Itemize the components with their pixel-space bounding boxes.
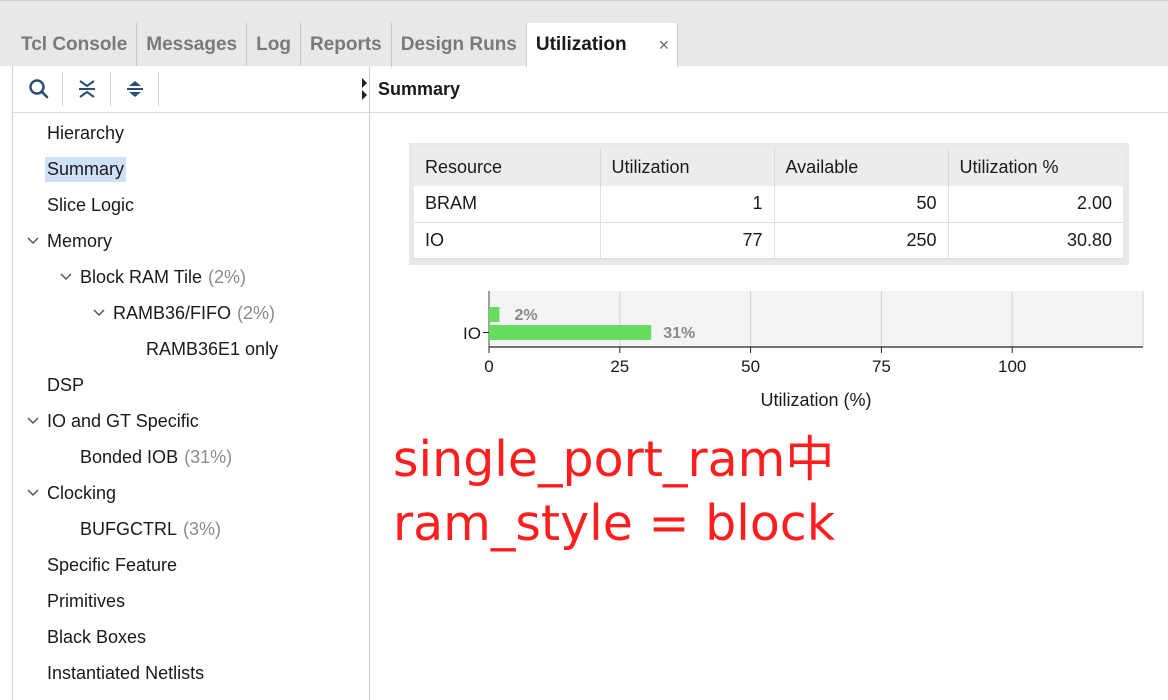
- search-icon: [28, 79, 48, 99]
- x-tick-label: 100: [998, 357, 1026, 376]
- annotation-text: single_port_ram中 ram_style = block: [393, 428, 835, 556]
- chevron-down-icon[interactable]: [26, 234, 40, 248]
- tree-item-label: Bonded IOB: [80, 446, 179, 467]
- tree-item-label: Hierarchy: [47, 122, 125, 143]
- utilization-chart: 0 25 50 75 100 Utilization (%) 2% 31% IO: [463, 291, 1144, 410]
- x-tick-label: 0: [484, 357, 493, 376]
- panel-header: Summary: [370, 66, 1168, 113]
- expand-all-button[interactable]: [111, 72, 159, 106]
- table-cell: 30.80: [948, 222, 1123, 259]
- chevron-down-icon[interactable]: [26, 414, 40, 428]
- tree-item-label: DSP: [47, 374, 85, 395]
- tree-item-ramb36-fifo[interactable]: RAMB36/FIFO (2%): [93, 298, 276, 328]
- tree-item-io-and-gt-specific[interactable]: IO and GT Specific: [27, 406, 199, 436]
- tab-reports[interactable]: Reports: [299, 23, 391, 67]
- tab-label: Messages: [146, 34, 238, 55]
- tab-label: Log: [256, 34, 291, 55]
- bar-value-label: 2%: [514, 307, 537, 324]
- tab-strip: Tcl Console Messages Log Reports Design Runs…: [12, 23, 679, 67]
- tree-item-label: BUFGCTRL: [80, 518, 178, 539]
- chevron-down-icon[interactable]: [92, 306, 106, 320]
- tab-design-runs[interactable]: Design Runs: [390, 23, 526, 67]
- y-tick-label: IO: [463, 324, 481, 343]
- x-tick-label: 25: [610, 357, 629, 376]
- table-row[interactable]: BRAM 1 50 2.00: [414, 186, 1123, 223]
- collapse-all-icon: [78, 80, 95, 98]
- bar: [489, 325, 652, 340]
- column-header[interactable]: Utilization %: [948, 148, 1123, 186]
- summary-table-frame: Resource Utilization Available Utilizati…: [409, 143, 1129, 265]
- tree-item-label: RAMB36E1 only: [146, 338, 279, 359]
- tree-item-percent: (2%): [237, 302, 276, 323]
- tree-item-label: Instantiated Netlists: [47, 662, 205, 683]
- tree-item-specific-feature[interactable]: Specific Feature: [47, 550, 177, 580]
- tree-item-label: Block RAM Tile: [80, 266, 203, 287]
- tab-label: Reports: [309, 34, 382, 55]
- tab-label: Utilization: [535, 34, 627, 55]
- close-icon[interactable]: ×: [659, 35, 670, 56]
- tree-item-hierarchy[interactable]: Hierarchy: [47, 118, 124, 148]
- tree-item-memory[interactable]: Memory: [27, 226, 113, 256]
- table-header-row: Resource Utilization Available Utilizati…: [414, 148, 1123, 186]
- tree-item-label: Primitives: [47, 590, 126, 611]
- search-button[interactable]: [15, 72, 63, 106]
- tree-item-label: Specific Feature: [47, 554, 178, 575]
- x-tick-label: 75: [872, 357, 891, 376]
- tree-item-label: Black Boxes: [47, 626, 147, 647]
- summary-table: Resource Utilization Available Utilizati…: [414, 148, 1123, 259]
- tree-item-dsp[interactable]: DSP: [47, 370, 84, 400]
- tree-item-label: Slice Logic: [47, 194, 135, 215]
- tab-bar: Tcl Console Messages Log Reports Design Runs…: [0, 0, 1168, 67]
- splitter-handle-icon[interactable]: [361, 76, 369, 102]
- bar: [489, 307, 500, 322]
- chevron-down-icon[interactable]: [26, 486, 40, 500]
- annotation-line: single_port_ram中: [393, 431, 835, 488]
- tab-messages[interactable]: Messages: [136, 23, 246, 67]
- table-row[interactable]: IO 77 250 30.80: [414, 222, 1123, 259]
- tree-item-percent: (2%): [208, 266, 247, 287]
- left-panel: Hierarchy Summary Slice Logic Memory Block R…: [12, 66, 370, 700]
- panel-title: Summary: [378, 78, 461, 99]
- tree-item-percent: (31%): [184, 446, 233, 467]
- tree-item-label: Memory: [47, 230, 113, 251]
- tree-item-label: IO and GT Specific: [47, 410, 199, 431]
- tree-item-bufgctrl[interactable]: BUFGCTRL (3%): [80, 514, 221, 544]
- tree-item-label: Clocking: [47, 482, 117, 503]
- table-cell: 1: [600, 186, 775, 223]
- tree-item-label: RAMB36/FIFO: [113, 302, 232, 323]
- chevron-down-icon[interactable]: [59, 270, 73, 284]
- tab-utilization[interactable]: Utilization ×: [525, 23, 679, 67]
- x-axis-label: Utilization (%): [760, 390, 871, 410]
- column-header[interactable]: Utilization: [600, 148, 775, 186]
- table-cell: 250: [774, 222, 949, 259]
- tree-item-slice-logic[interactable]: Slice Logic: [47, 190, 134, 220]
- bar-value-label: 31%: [663, 325, 695, 342]
- tab-label: Tcl Console: [21, 34, 128, 55]
- x-tick-label: 50: [741, 357, 760, 376]
- expand-all-icon: [126, 81, 143, 97]
- annotation-line: ram_style = block: [393, 495, 836, 552]
- tab-log[interactable]: Log: [246, 23, 300, 67]
- table-cell: IO: [414, 222, 601, 259]
- tree-item-block-ram-tile[interactable]: Block RAM Tile (2%): [60, 262, 247, 292]
- tab-tcl-console[interactable]: Tcl Console: [12, 23, 136, 67]
- tab-label: Design Runs: [400, 34, 517, 55]
- table-cell: 2.00: [948, 186, 1123, 223]
- tree-item-primitives[interactable]: Primitives: [47, 586, 125, 616]
- column-header[interactable]: Available: [774, 148, 949, 186]
- tree-item-label: Summary: [45, 156, 127, 182]
- tree-item-summary[interactable]: Summary: [45, 154, 127, 184]
- tree-item-ramb36e1-only[interactable]: RAMB36E1 only: [146, 334, 278, 364]
- tree-item-clocking[interactable]: Clocking: [27, 478, 117, 508]
- table-cell: BRAM: [414, 186, 601, 223]
- table-cell: 50: [774, 186, 949, 223]
- tree-item-black-boxes[interactable]: Black Boxes: [47, 622, 146, 652]
- tree-item-percent: (3%): [183, 518, 222, 539]
- tree-item-instantiated-netlists[interactable]: Instantiated Netlists: [47, 658, 204, 688]
- column-header[interactable]: Resource: [414, 148, 601, 186]
- table-cell: 77: [600, 222, 775, 259]
- left-toolbar: [13, 66, 369, 113]
- tree-item-bonded-iob[interactable]: Bonded IOB (31%): [80, 442, 232, 472]
- collapse-all-button[interactable]: [63, 72, 111, 106]
